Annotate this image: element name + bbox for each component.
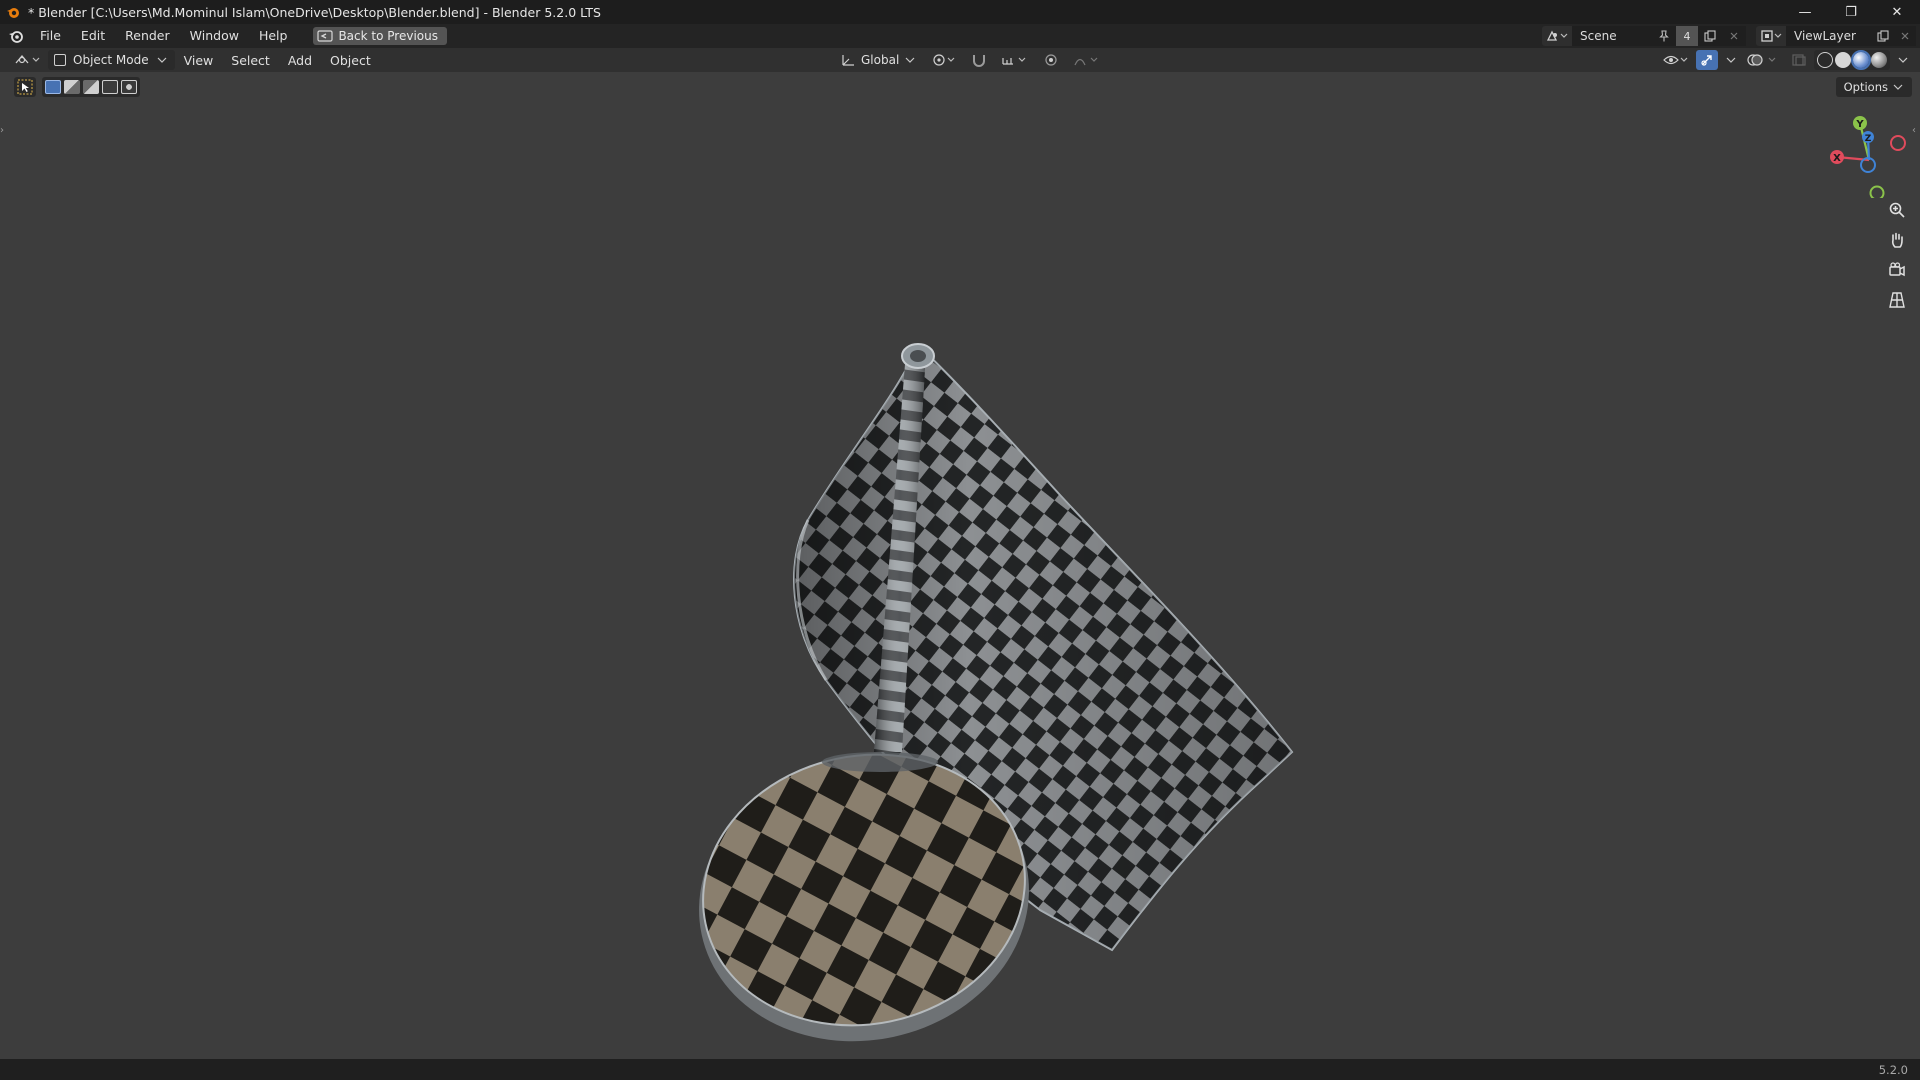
pin-icon[interactable] (1658, 30, 1670, 42)
material-preview-shading-button[interactable] (1851, 50, 1871, 70)
top-menubar: File Edit Render Window Help Back to Pre… (0, 24, 1920, 48)
menu-window[interactable]: Window (180, 24, 249, 48)
perspective-toggle-button[interactable] (1882, 288, 1912, 312)
view-layer-browse-button[interactable] (1756, 26, 1786, 46)
transform-orientation-dropdown[interactable]: Global (836, 50, 921, 70)
pivot-point-icon (933, 54, 955, 66)
perspective-grid-icon (1889, 292, 1905, 308)
shading-mode-group (1814, 50, 1890, 70)
maximize-button[interactable]: ❐ (1828, 0, 1874, 24)
view-layer-name-field[interactable]: ViewLayer (1786, 26, 1872, 46)
snap-toggle[interactable] (967, 50, 991, 70)
menu-edit[interactable]: Edit (71, 24, 115, 48)
object-visibility-dropdown[interactable] (1660, 50, 1692, 70)
view-layer-icon (1761, 30, 1782, 42)
chevron-down-icon (1726, 57, 1736, 63)
viewport-3d-scene[interactable] (0, 72, 1920, 1059)
menu-file[interactable]: File (30, 24, 71, 48)
falloff-curve-icon (1074, 57, 1098, 66)
menu-add[interactable]: Add (279, 53, 321, 68)
remove-scene-button[interactable] (1722, 26, 1746, 46)
proportional-edit-icon (1045, 54, 1057, 66)
pan-hand-icon (1891, 232, 1903, 248)
chevron-down-icon (157, 57, 167, 63)
proportional-editing-toggle[interactable] (1039, 50, 1063, 70)
menu-help[interactable]: Help (249, 24, 298, 48)
topbar-right: Scene 4 ViewLayer (1542, 24, 1920, 48)
object-mode-icon (54, 54, 66, 66)
new-scene-button[interactable] (1698, 26, 1722, 46)
z-axis-label: Z (1865, 134, 1872, 144)
scene-name: Scene (1580, 29, 1617, 43)
window-title: * Blender [C:\Users\Md.Mominul Islam\One… (28, 4, 601, 20)
neg-y-axis-handle[interactable] (1869, 185, 1885, 199)
object-mode-dropdown[interactable]: Object Mode (48, 50, 175, 70)
scene-browse-button[interactable] (1542, 26, 1572, 46)
view-layer-selector: ViewLayer (1756, 26, 1916, 46)
3d-viewport-icon (15, 55, 40, 64)
back-to-previous-button[interactable]: Back to Previous (313, 27, 447, 45)
remove-view-layer-button[interactable] (1894, 26, 1916, 46)
duplicate-icon (1877, 30, 1889, 42)
new-view-layer-button[interactable] (1872, 26, 1894, 46)
viewport-navigation-buttons (1882, 198, 1912, 312)
menu-object[interactable]: Object (321, 53, 380, 68)
blender-logo-icon (7, 8, 19, 18)
camera-view-button[interactable] (1882, 258, 1912, 282)
overlays-icon (1747, 54, 1776, 66)
scene-name-field[interactable]: Scene (1572, 26, 1676, 46)
zoom-button[interactable] (1882, 198, 1912, 222)
show-gizmo-toggle[interactable] (1696, 50, 1718, 70)
viewport-display-controls (1660, 50, 1920, 70)
screen-back-icon (317, 30, 334, 42)
x-icon (1901, 32, 1909, 40)
scene-icon (1546, 30, 1568, 41)
menu-render[interactable]: Render (115, 24, 180, 48)
xray-icon (1792, 54, 1806, 66)
blender-menu-icon[interactable] (2, 24, 30, 48)
snap-target-dropdown[interactable] (997, 50, 1033, 70)
window-controls: — ❐ ✕ (1782, 0, 1920, 24)
solid-shading-button[interactable] (1835, 52, 1851, 68)
show-overlays-toggle[interactable] (1744, 50, 1784, 70)
snap-increment-icon (1002, 57, 1026, 65)
navigation-gizmo[interactable]: X Y Z (1826, 108, 1916, 198)
chevron-down-icon (905, 57, 915, 63)
viewport-header: Object Mode View Select Add Object Globa… (0, 48, 1920, 72)
minimize-button[interactable]: — (1782, 0, 1828, 24)
back-to-previous-label: Back to Previous (338, 29, 438, 43)
y-axis-label: Y (1855, 119, 1864, 130)
x-axis-label: X (1833, 153, 1841, 164)
gizmo-icon (1701, 55, 1712, 66)
chevron-down-icon (1898, 57, 1908, 63)
duplicate-icon (1704, 30, 1716, 42)
pan-button[interactable] (1882, 228, 1912, 252)
object-mode-label: Object Mode (73, 53, 149, 67)
blender-version: 5.2.0 (1878, 1062, 1908, 1077)
proportional-falloff-dropdown[interactable] (1069, 50, 1105, 70)
editor-type-button[interactable] (10, 50, 46, 70)
menu-view[interactable]: View (175, 53, 223, 68)
window-titlebar: * Blender [C:\Users\Md.Mominul Islam\One… (0, 0, 1920, 24)
transform-controls: Global (836, 50, 1105, 70)
zoom-icon (1889, 202, 1905, 218)
transform-orientation-label: Global (861, 53, 900, 67)
status-bar: 5.2.0 (0, 1059, 1920, 1080)
menu-select[interactable]: Select (222, 53, 279, 68)
scene-selector: Scene 4 (1542, 26, 1746, 46)
scene-users-count[interactable]: 4 (1676, 26, 1698, 46)
orientation-axes-icon (842, 55, 854, 66)
shading-options-dropdown[interactable] (1894, 50, 1912, 70)
gizmo-options-dropdown[interactable] (1722, 50, 1740, 70)
pivot-point-dropdown[interactable] (927, 50, 961, 70)
magnet-icon (973, 55, 986, 67)
eye-visibility-icon (1663, 55, 1688, 65)
x-icon (1730, 32, 1738, 40)
toggle-xray-button[interactable] (1788, 50, 1810, 70)
neg-x-axis-handle[interactable] (1890, 135, 1906, 151)
close-button[interactable]: ✕ (1874, 0, 1920, 24)
wireframe-shading-button[interactable] (1817, 52, 1833, 68)
camera-view-icon (1889, 262, 1905, 277)
rendered-shading-button[interactable] (1871, 52, 1887, 68)
